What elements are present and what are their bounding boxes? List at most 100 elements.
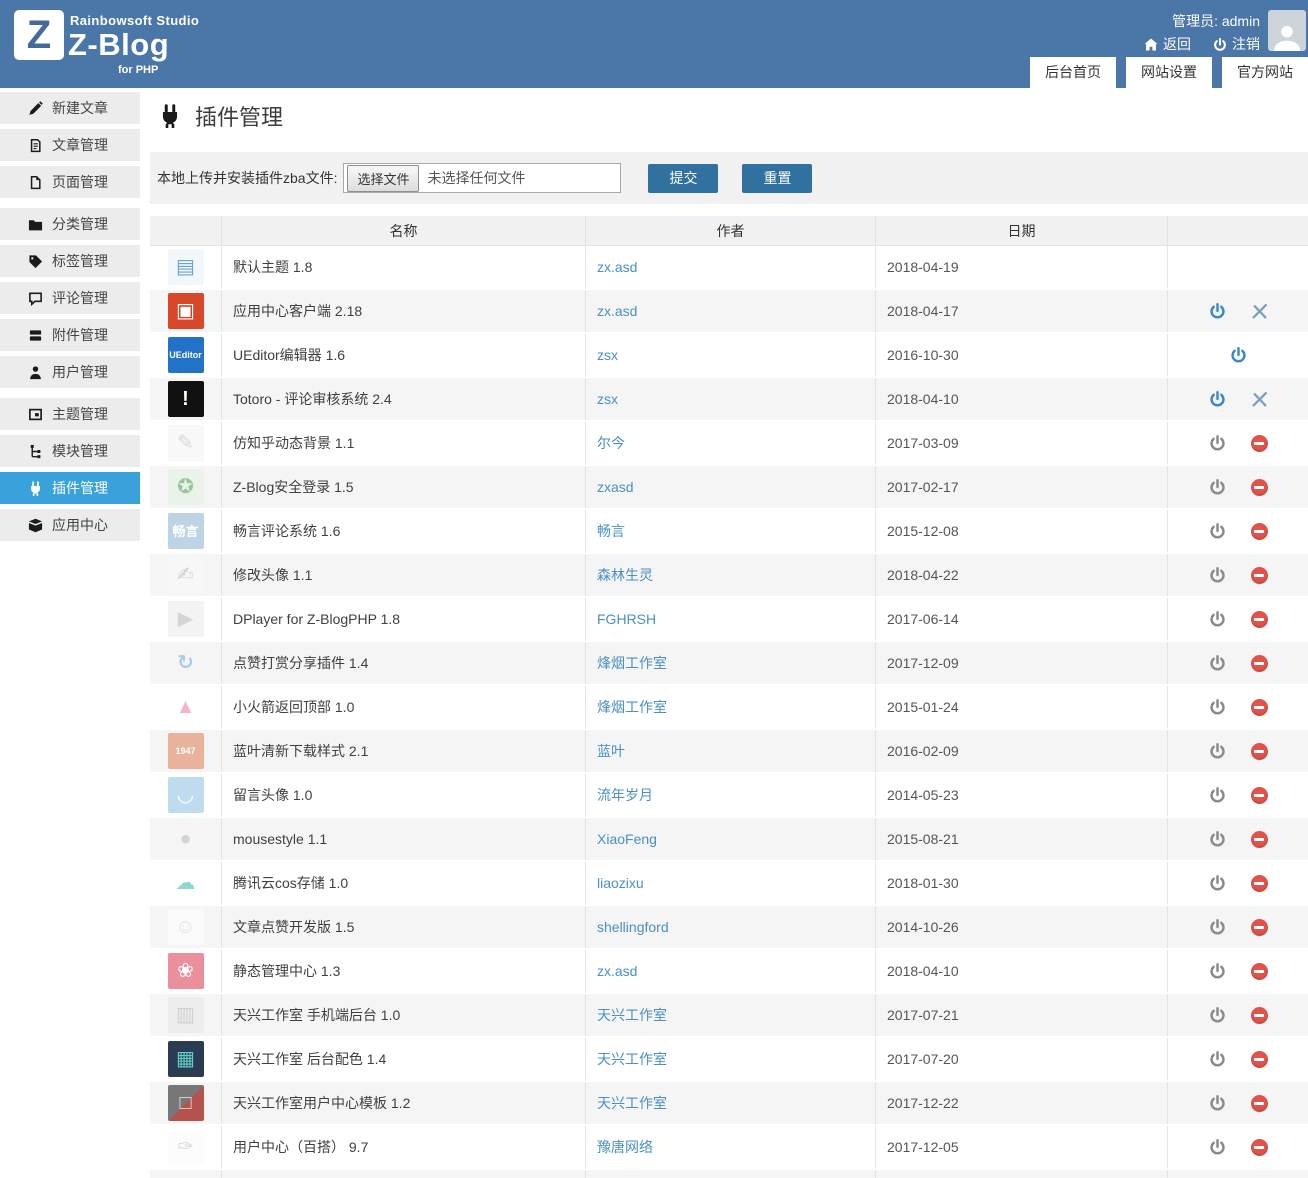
plugin-name: 应用中心客户端 2.18 [233, 303, 363, 319]
message-avatar-icon: ◡ [167, 777, 204, 813]
plugin-author-link[interactable]: 烽烟工作室 [597, 653, 667, 673]
plugin-author-link[interactable]: 森林生灵 [597, 565, 653, 585]
plugin-author-link[interactable]: zx.asd [597, 303, 637, 319]
plugin-power-off-button[interactable] [1208, 962, 1226, 980]
choose-file-button[interactable]: 选择文件 [347, 164, 420, 192]
plugin-author-link[interactable]: 天兴工作室 [597, 1049, 667, 1069]
reset-button[interactable]: 重置 [742, 163, 813, 193]
sidebar-item-new-article[interactable]: 新建文章 [0, 92, 140, 124]
sidebar-item-category-manage[interactable]: 分类管理 [0, 208, 140, 240]
plugin-power-off-button[interactable] [1208, 434, 1226, 452]
header-tab-2[interactable]: 官方网站 [1222, 57, 1308, 88]
plugin-settings-button[interactable] [1250, 390, 1268, 408]
plugin-author-link[interactable]: 尔今 [597, 433, 625, 453]
sidebar-item-attachment-manage[interactable]: 附件管理 [0, 319, 140, 351]
plugin-delete-button[interactable] [1250, 698, 1268, 716]
plugin-delete-button[interactable] [1250, 434, 1268, 452]
logout-link[interactable]: 注销 [1213, 34, 1260, 55]
author-column-header: 作者 [586, 216, 876, 245]
sidebar-item-tag-manage[interactable]: 标签管理 [0, 245, 140, 277]
plugin-power-off-button[interactable] [1208, 1094, 1226, 1112]
sidebar-group: 新建文章文章管理页面管理 [0, 92, 140, 198]
plugin-power-off-button[interactable] [1208, 522, 1226, 540]
submit-button[interactable]: 提交 [648, 163, 719, 193]
plugin-settings-button[interactable] [1250, 302, 1268, 320]
plugin-delete-button[interactable] [1250, 522, 1268, 540]
sidebar-item-user-manage[interactable]: 用户管理 [0, 356, 140, 388]
zblog-logo[interactable]: Z [14, 10, 64, 60]
file-input[interactable]: 选择文件 未选择任何文件 [343, 163, 622, 193]
plugin-author-link[interactable]: 豫唐网络 [597, 1137, 653, 1157]
plugin-author-link[interactable]: zxasd [597, 479, 634, 495]
plugin-power-off-button[interactable] [1208, 786, 1226, 804]
sidebar-item-plugin-manage[interactable]: 插件管理 [0, 472, 140, 504]
plugin-author-link[interactable]: FGHRSH [597, 611, 656, 627]
plugin-delete-button[interactable] [1250, 654, 1268, 672]
plugin-power-off-button[interactable] [1208, 698, 1226, 716]
plugin-power-off-button[interactable] [1208, 1050, 1226, 1068]
sidebar-item-label: 页面管理 [52, 174, 108, 190]
plugin-author-link[interactable]: zsx [597, 391, 618, 407]
sidebar-item-app-center[interactable]: 应用中心 [0, 509, 140, 541]
plugin-icon-cell: ▣ [150, 290, 222, 332]
plugin-author-link[interactable]: zx.asd [597, 259, 637, 275]
sidebar-item-theme-manage[interactable]: 主题管理 [0, 398, 140, 430]
plugin-author-link[interactable]: zx.asd [597, 963, 637, 979]
plugin-power-off-button[interactable] [1208, 566, 1226, 584]
plugin-name: 天兴工作室 后台配色 1.4 [233, 1051, 387, 1067]
plugin-power-on-button[interactable] [1208, 390, 1226, 408]
plugin-power-on-button[interactable] [1229, 346, 1247, 364]
plugin-author-link[interactable]: 烽烟工作室 [597, 697, 667, 717]
plugin-icon-cell: ☺ [150, 906, 222, 948]
plugin-delete-button[interactable] [1250, 830, 1268, 848]
plugin-delete-button[interactable] [1250, 918, 1268, 936]
plugin-power-off-button[interactable] [1208, 918, 1226, 936]
plugin-author-link[interactable]: 蓝叶 [597, 741, 625, 761]
plugin-power-off-button[interactable] [1208, 1138, 1226, 1156]
plugin-author-link[interactable]: 天兴工作室 [597, 1093, 667, 1113]
plugin-actions-cell [1168, 642, 1308, 684]
plugin-power-off-button[interactable] [1208, 610, 1226, 628]
plugin-author-link[interactable]: 天兴工作室 [597, 1005, 667, 1025]
sidebar-item-comment-manage[interactable]: 评论管理 [0, 282, 140, 314]
plugin-delete-button[interactable] [1250, 1050, 1268, 1068]
header-tab-1[interactable]: 网站设置 [1126, 57, 1212, 88]
tianxing-mobile-icon: ▥ [167, 997, 204, 1033]
plugin-actions-cell [1168, 818, 1308, 860]
plugin-date: 2016-02-09 [887, 743, 959, 759]
sidebar-item-module-manage[interactable]: 模块管理 [0, 435, 140, 467]
plugin-author-link[interactable]: 流年岁月 [597, 785, 653, 805]
plugin-delete-button[interactable] [1250, 1138, 1268, 1156]
plugin-power-off-button[interactable] [1208, 654, 1226, 672]
plugin-power-off-button[interactable] [1208, 742, 1226, 760]
plugin-delete-button[interactable] [1250, 786, 1268, 804]
plugin-delete-button[interactable] [1250, 1006, 1268, 1024]
sidebar-item-article-manage[interactable]: 文章管理 [0, 129, 140, 161]
table-row: 畅言 畅言评论系统 1.6 畅言 2015-12-08 [150, 510, 1308, 554]
plugin-name: 天兴工作室 手机端后台 1.0 [233, 1007, 401, 1023]
plugin-author-link[interactable]: XiaoFeng [597, 831, 657, 847]
table-row: ☺ 文章点赞开发版 1.5 shellingford 2014-10-26 [150, 906, 1308, 950]
plugin-delete-button[interactable] [1250, 742, 1268, 760]
plugin-delete-button[interactable] [1250, 610, 1268, 628]
plugin-author-link[interactable]: zsx [597, 347, 618, 363]
plugin-name: 蓝叶清新下载样式 2.1 [233, 743, 369, 759]
plugin-power-on-button[interactable] [1208, 302, 1226, 320]
plugin-delete-button[interactable] [1250, 874, 1268, 892]
plugin-delete-button[interactable] [1250, 478, 1268, 496]
sidebar-item-page-manage[interactable]: 页面管理 [0, 166, 140, 198]
back-link[interactable]: 返回 [1144, 34, 1191, 55]
plugin-author-link[interactable]: 畅言 [597, 521, 625, 541]
plugin-delete-button[interactable] [1250, 566, 1268, 584]
plugin-delete-button[interactable] [1250, 962, 1268, 980]
plugin-delete-button[interactable] [1250, 1094, 1268, 1112]
plugin-author-link[interactable]: liaozixu [597, 875, 644, 891]
header-tab-0[interactable]: 后台首页 [1030, 57, 1116, 88]
tianxing-usercenter-icon: □ [167, 1085, 204, 1121]
plugin-power-off-button[interactable] [1208, 830, 1226, 848]
plugin-power-off-button[interactable] [1208, 874, 1226, 892]
plugin-power-off-button[interactable] [1208, 1006, 1226, 1024]
plugin-author-link[interactable]: shellingford [597, 919, 669, 935]
plugin-power-off-button[interactable] [1208, 478, 1226, 496]
admin-avatar[interactable] [1268, 10, 1306, 51]
